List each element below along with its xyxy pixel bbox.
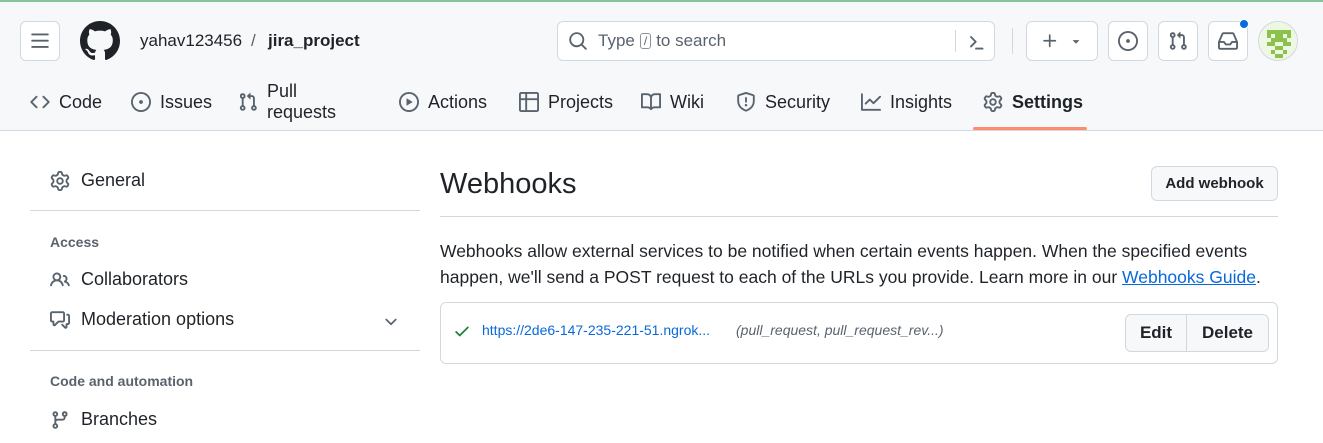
tab-insights[interactable]: Insights xyxy=(861,81,952,123)
notification-indicator xyxy=(1239,19,1249,29)
title-divider xyxy=(440,216,1278,217)
tab-label: Insights xyxy=(890,91,953,112)
git-pull-request-icon xyxy=(238,92,258,112)
active-tab-indicator xyxy=(973,127,1087,130)
sidebar-divider xyxy=(30,350,420,351)
sidebar-item-branches[interactable]: Branches xyxy=(50,409,157,430)
your-issues-button[interactable] xyxy=(1108,21,1148,61)
avatar[interactable] xyxy=(1258,21,1298,61)
webhook-url-link[interactable]: https://2de6-147-235-221-51.ngrok... xyxy=(482,322,710,338)
chevron-down-icon[interactable] xyxy=(382,313,400,331)
hamburger-icon xyxy=(30,31,50,51)
your-pull-requests-button[interactable] xyxy=(1158,21,1198,61)
search-input[interactable]: Type / to search xyxy=(557,21,995,61)
webhooks-description: Webhooks allow external services to be n… xyxy=(440,238,1278,290)
sidebar-item-label: Branches xyxy=(81,409,158,429)
gear-icon xyxy=(50,170,70,191)
search-placeholder-before: Type xyxy=(598,31,635,50)
webhook-list-item: https://2de6-147-235-221-51.ngrok... (pu… xyxy=(440,302,1278,364)
top-progress-line xyxy=(0,0,1323,2)
sidebar-item-label: Collaborators xyxy=(81,269,189,289)
sidebar-item-collaborators[interactable]: Collaborators xyxy=(50,269,188,290)
github-logo-icon[interactable] xyxy=(80,21,120,61)
graph-icon xyxy=(861,92,881,112)
tab-label: Pull requests xyxy=(267,81,337,122)
issue-opened-icon xyxy=(131,92,151,112)
sidebar-item-label: General xyxy=(81,170,146,190)
search-shortcut-key: / xyxy=(639,33,652,49)
tab-label: Code xyxy=(59,91,103,112)
play-icon xyxy=(399,92,419,112)
sidebar-section-code-automation: Code and automation xyxy=(50,373,194,389)
code-icon xyxy=(30,92,50,112)
search-icon xyxy=(568,31,588,51)
issue-opened-icon xyxy=(1118,31,1138,51)
comment-discussion-icon xyxy=(50,310,70,330)
search-placeholder: Type / to search xyxy=(598,31,726,51)
search-placeholder-after: to search xyxy=(656,31,727,50)
tab-issues[interactable]: Issues xyxy=(131,81,212,123)
triangle-down-icon xyxy=(1069,34,1083,48)
plus-icon xyxy=(1041,32,1059,50)
tab-label: Security xyxy=(765,91,831,112)
tab-label: Projects xyxy=(548,91,614,112)
webhooks-guide-link[interactable]: Webhooks Guide xyxy=(1122,267,1256,287)
tab-wiki[interactable]: Wiki xyxy=(641,81,704,123)
book-icon xyxy=(641,92,661,112)
table-icon xyxy=(519,92,539,112)
shield-icon xyxy=(736,92,756,112)
tab-settings[interactable]: Settings xyxy=(983,81,1083,123)
git-pull-request-icon xyxy=(1168,31,1188,51)
inbox-icon xyxy=(1218,31,1238,51)
tab-actions[interactable]: Actions xyxy=(399,81,487,123)
sidebar-item-moderation-options[interactable]: Moderation options xyxy=(50,309,234,330)
tab-label: Settings xyxy=(1012,91,1084,112)
breadcrumb-separator: / xyxy=(251,31,256,50)
sidebar-item-general[interactable]: General xyxy=(50,170,145,191)
gear-icon xyxy=(983,92,1003,112)
sidebar-section-access: Access xyxy=(50,234,100,250)
tab-label: Actions xyxy=(428,91,488,112)
tab-security[interactable]: Security xyxy=(736,81,830,123)
webhook-actions: Edit Delete xyxy=(1125,314,1269,352)
tab-code[interactable]: Code xyxy=(30,81,102,123)
repo-owner-link[interactable]: yahav123456 xyxy=(140,31,242,51)
header-divider xyxy=(1012,28,1013,54)
webhook-events: (pull_request, pull_request_rev...) xyxy=(736,322,944,338)
page-title: Webhooks xyxy=(440,168,577,200)
description-end: . xyxy=(1255,267,1261,287)
add-webhook-button[interactable]: Add webhook xyxy=(1151,166,1278,201)
people-icon xyxy=(50,270,70,290)
sidebar-item-label: Moderation options xyxy=(81,309,235,329)
sidebar-divider xyxy=(30,210,420,211)
git-branch-icon xyxy=(50,410,70,430)
delete-button[interactable]: Delete xyxy=(1187,315,1268,351)
tab-projects[interactable]: Projects xyxy=(519,81,613,123)
tab-label: Issues xyxy=(160,91,213,112)
command-palette-icon[interactable] xyxy=(966,32,986,52)
edit-button[interactable]: Edit xyxy=(1126,315,1187,351)
check-icon xyxy=(453,322,471,340)
search-divider xyxy=(955,30,956,52)
create-new-button[interactable] xyxy=(1026,21,1098,61)
tab-label: Wiki xyxy=(670,91,704,112)
menu-button[interactable] xyxy=(20,21,60,61)
tab-pull-requests[interactable]: Pull requests xyxy=(238,81,336,123)
repo-name-link[interactable]: jira_project xyxy=(268,31,360,51)
